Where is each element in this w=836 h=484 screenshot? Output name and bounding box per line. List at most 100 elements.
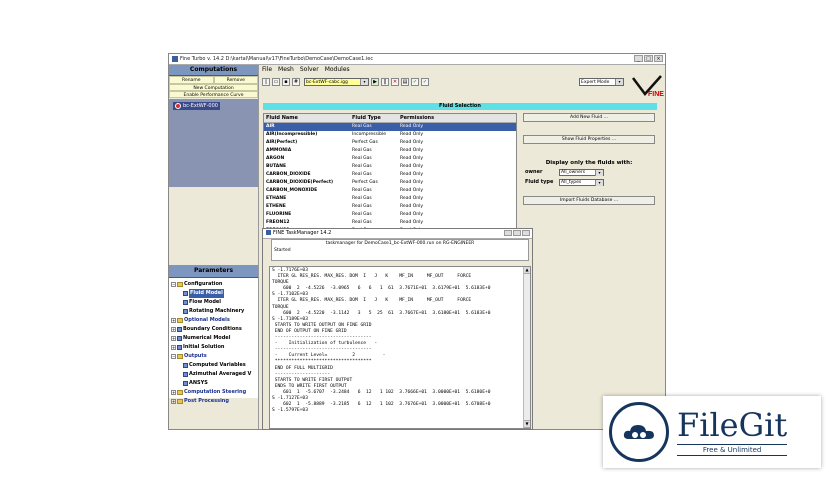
page-icon	[177, 327, 182, 332]
tree-item-fluid-model[interactable]: Fluid Model	[171, 289, 256, 298]
chevron-down-icon[interactable]: ▾	[595, 170, 603, 176]
filegit-watermark: FileGit Free & Unlimited	[603, 396, 821, 468]
import-fluids-database-button[interactable]: Import Fluids Database ...	[523, 196, 655, 205]
fluid-row[interactable]: CARBON_DIOXIDE Real Gas Read Only	[264, 171, 516, 179]
expand-icon[interactable]: +	[171, 327, 176, 332]
tree-item-post-processing[interactable]: + Post Processing	[171, 397, 256, 406]
tree-item-flow-model[interactable]: Flow Model	[171, 298, 256, 307]
menu-mesh[interactable]: Mesh	[278, 65, 294, 74]
chevron-down-icon[interactable]: ▾	[595, 180, 603, 186]
col-fluid-type[interactable]: Fluid Type	[352, 114, 400, 122]
project-combo[interactable]: bc-ExtWF-cabc.igg ▾	[304, 78, 369, 86]
remove-button[interactable]: Remove	[213, 76, 258, 84]
computation-status-icon	[175, 103, 181, 109]
fluid-row[interactable]: CARBON_MONOXIDE Real Gas Read Only	[264, 187, 516, 195]
folder-icon	[177, 318, 183, 323]
show-fluid-properties-button[interactable]: Show Fluid Properties ...	[523, 135, 655, 144]
chevron-down-icon[interactable]: ▾	[615, 79, 623, 85]
monitor-icon[interactable]: ▤	[401, 78, 409, 86]
enable-performance-curve-button[interactable]: Enable Performance Curve	[169, 91, 258, 98]
tree-item-configuration[interactable]: − Configuration	[171, 280, 256, 289]
computation-item[interactable]: bc-ExtWF-000	[173, 102, 220, 110]
left-panel: Computations Rename Remove New Computati…	[169, 65, 259, 429]
maximize-icon[interactable]	[513, 230, 521, 236]
minimize-icon[interactable]: _	[634, 55, 643, 62]
chevron-down-icon[interactable]: ▾	[360, 79, 368, 85]
menu-solver[interactable]: Solver	[300, 65, 319, 74]
folder-icon	[177, 354, 183, 359]
tree-item-boundary-conditions[interactable]: + Boundary Conditions	[171, 325, 256, 334]
fluid-row[interactable]: FREON12 Real Gas Read Only	[264, 219, 516, 227]
tree-item-initial-solution[interactable]: + Initial Solution	[171, 343, 256, 352]
fluid-row[interactable]: AIR(Incompressible) Incompressible Read On…	[264, 131, 516, 139]
validate-icon[interactable]: ✓	[421, 78, 429, 86]
close-icon[interactable]: ×	[654, 55, 663, 62]
fluid-row[interactable]: ETHANE Real Gas Read Only	[264, 195, 516, 203]
filegit-text: FileGit Free & Unlimited	[677, 408, 788, 456]
expand-icon[interactable]: +	[171, 390, 176, 395]
log-scrollbar[interactable]: ▲ ▼	[523, 267, 530, 428]
fluid-row[interactable]: ARGON Real Gas Read Only	[264, 155, 516, 163]
fluid-table: Fluid Name Fluid Type Permissions AIR Rea…	[263, 113, 517, 238]
fluid-row[interactable]: AMMONIA Real Gas Read Only	[264, 147, 516, 155]
check-icon[interactable]: ✓	[411, 78, 419, 86]
fluid-table-header: Fluid Name Fluid Type Permissions	[264, 114, 516, 123]
tree-item-computed-variables[interactable]: Computed Variables	[171, 361, 256, 370]
svg-text:FINE: FINE	[648, 91, 664, 98]
menu-file[interactable]: File	[262, 65, 272, 74]
expand-icon[interactable]: +	[171, 345, 176, 350]
close-icon[interactable]	[522, 230, 530, 236]
expand-icon[interactable]: +	[171, 318, 176, 323]
tree-item-ansys[interactable]: ANSYS	[171, 379, 256, 388]
window-title: Fine Turbo v. 14.2 D:\kartal\Manual\v17\…	[180, 56, 374, 62]
tree-item-azimuthal-averaged[interactable]: Azimuthal Averaged V	[171, 370, 256, 379]
mode-combo[interactable]: Expert Mode ▾	[579, 78, 624, 86]
taskmanager-info: taskmanager for DemoCase1_bc-ExtWF-000.r…	[271, 239, 529, 261]
window-titlebar: Fine Turbo v. 14.2 D:\kartal\Manual\v17\…	[169, 54, 665, 65]
minimize-icon[interactable]	[504, 230, 512, 236]
page-icon	[183, 372, 188, 377]
open-folder-icon[interactable]: ▭	[272, 78, 280, 86]
tree-item-rotating-machinery[interactable]: Rotating Machinery	[171, 307, 256, 316]
filegit-logo	[609, 402, 669, 462]
tree-item-numerical-model[interactable]: + Numerical Model	[171, 334, 256, 343]
taskmanager-status: Started	[274, 248, 291, 253]
page-icon	[183, 381, 188, 386]
parameters-header: Parameters	[169, 265, 258, 278]
new-computation-button[interactable]: New Computation	[169, 84, 258, 91]
collapse-icon[interactable]: −	[171, 282, 176, 287]
new-file-icon[interactable]: ▯	[262, 78, 270, 86]
solver-log[interactable]: S -1.7176E+03 ITER GL RES_RES. MAX_RES. …	[269, 266, 531, 429]
computation-list: bc-ExtWF-000	[169, 99, 258, 187]
collapse-icon[interactable]: −	[171, 354, 176, 359]
fluid-type-select[interactable]: All_types ▾	[559, 179, 604, 186]
fluid-row[interactable]: ETHENE Real Gas Read Only	[264, 203, 516, 211]
add-new-fluid-button[interactable]: Add New Fluid ...	[523, 113, 655, 122]
owner-select[interactable]: All_owners ▾	[559, 169, 604, 176]
pause-icon[interactable]: ‖	[381, 78, 389, 86]
fluid-row[interactable]: FLUORINE Real Gas Read Only	[264, 211, 516, 219]
app-icon	[172, 55, 178, 62]
fluid-row[interactable]: AIR(Perfect) Perfect Gas Read Only	[264, 139, 516, 147]
menu-bar: File Mesh Solver Modules	[259, 65, 665, 74]
col-permissions[interactable]: Permissions	[400, 114, 510, 122]
stop-icon[interactable]: ✕	[391, 78, 399, 86]
expand-icon[interactable]: +	[171, 399, 176, 404]
scroll-down-icon[interactable]: ▼	[524, 420, 530, 428]
menu-modules[interactable]: Modules	[325, 65, 350, 74]
tree-item-optional-models[interactable]: + Optional Models	[171, 316, 256, 325]
folder-icon	[177, 390, 183, 395]
maximize-icon[interactable]: □	[644, 55, 653, 62]
tree-item-computation-steering[interactable]: + Computation Steering	[171, 388, 256, 397]
grid-icon[interactable]: #	[292, 78, 300, 86]
fluid-row[interactable]: AIR Real Gas Read Only	[264, 123, 516, 131]
expand-icon[interactable]: +	[171, 336, 176, 341]
scroll-up-icon[interactable]: ▲	[524, 267, 530, 274]
col-fluid-name[interactable]: Fluid Name	[264, 114, 352, 122]
tree-item-outputs[interactable]: − Outputs	[171, 352, 256, 361]
fluid-row[interactable]: CARBON_DIOXIDE(Perfect) Perfect Gas Read O…	[264, 179, 516, 187]
rename-button[interactable]: Rename	[169, 76, 214, 84]
fluid-row[interactable]: BUTANE Real Gas Read Only	[264, 163, 516, 171]
save-icon[interactable]: ▪	[282, 78, 290, 86]
start-icon[interactable]: ▶	[371, 78, 379, 86]
